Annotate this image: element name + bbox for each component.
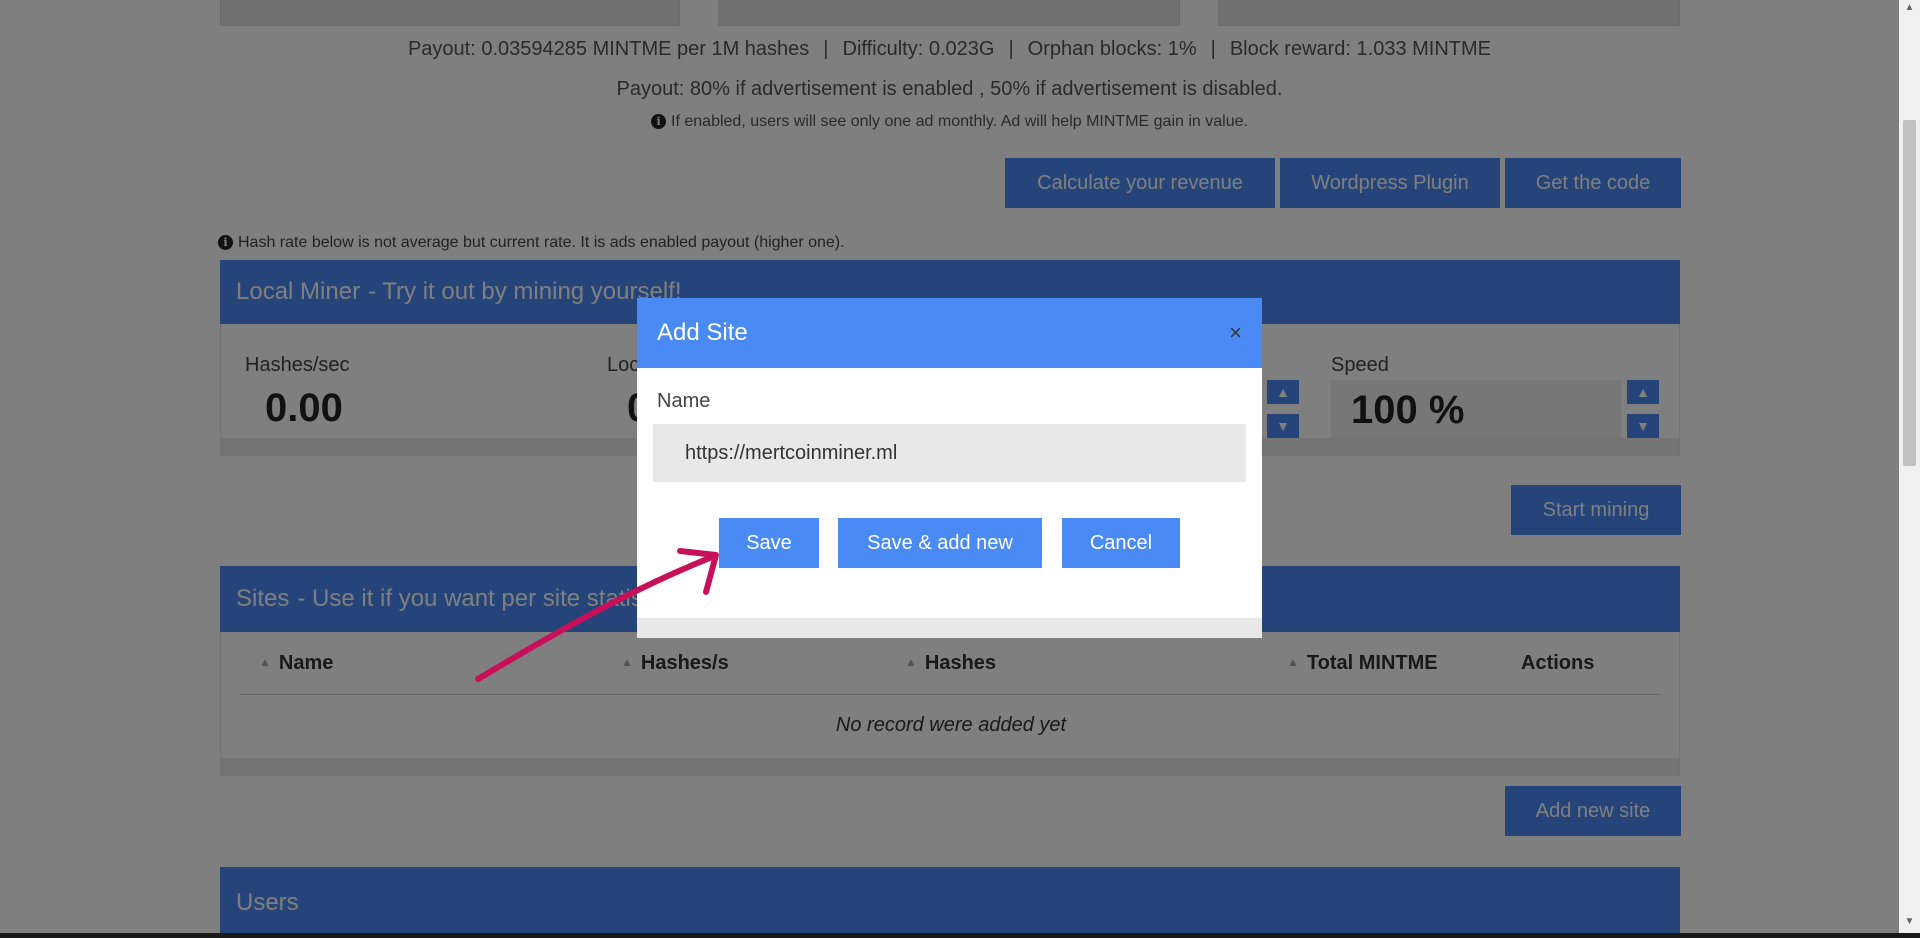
scroll-down-icon[interactable]: ▼ [1903,916,1916,930]
dialog-title: Add Site [657,319,748,346]
close-icon[interactable]: × [1229,322,1242,344]
dialog-footer [637,618,1262,638]
add-site-dialog: Add Site × Name Save Save & add new Canc… [637,298,1262,638]
dialog-header: Add Site × [637,298,1262,368]
scrollbar[interactable]: ▲ ▼ [1899,0,1920,933]
scroll-up-icon[interactable]: ▲ [1903,2,1916,16]
save-button[interactable]: Save [719,518,819,568]
taskbar-edge [0,933,1920,938]
cancel-button[interactable]: Cancel [1062,518,1180,568]
site-name-input[interactable] [653,424,1246,482]
scroll-thumb[interactable] [1903,120,1916,466]
save-and-add-new-button[interactable]: Save & add new [838,518,1042,568]
name-label: Name [657,390,711,412]
